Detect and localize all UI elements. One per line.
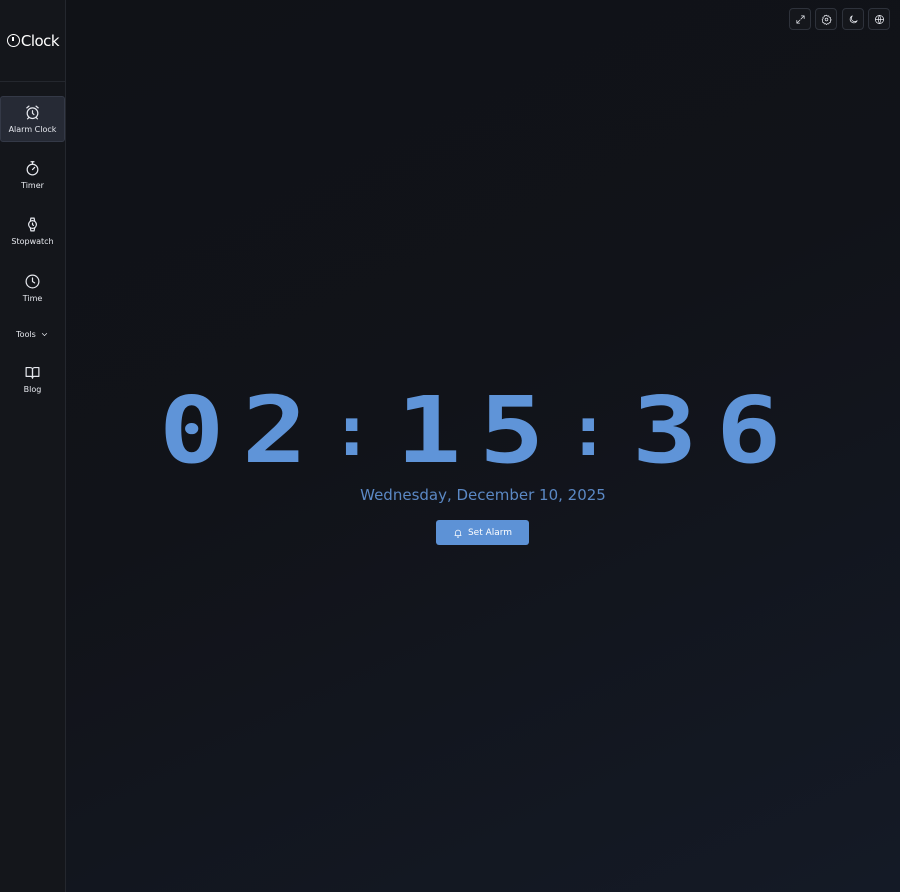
sidebar-item-timer[interactable]: Timer — [0, 152, 65, 198]
time-separator: : — [330, 390, 373, 472]
clock-icon — [25, 274, 40, 289]
settings-icon — [821, 14, 832, 25]
bell-icon — [454, 529, 462, 538]
sidebar-item-label: Timer — [21, 181, 44, 190]
moon-icon — [849, 14, 858, 23]
timer-icon — [26, 161, 39, 176]
sidebar-item-blog[interactable]: Blog — [0, 356, 65, 402]
sidebar-item-label: Blog — [23, 385, 42, 394]
alarm-clock-icon — [26, 105, 39, 120]
fullscreen-icon — [795, 14, 805, 24]
minute-tens-digit: 1 — [395, 377, 462, 484]
tools-label: Tools — [16, 329, 36, 339]
sidebar-item-label: Alarm Clock — [8, 125, 57, 134]
second-ones-digit: 6 — [715, 377, 781, 484]
sidebar-item-time[interactable]: Time — [0, 265, 65, 311]
globe-icon — [874, 14, 884, 24]
stopwatch-icon — [28, 217, 37, 232]
logo[interactable]: Clock — [0, 0, 66, 82]
second-tens-digit: 3 — [632, 377, 698, 484]
sidebar-item-label: Time — [22, 294, 43, 303]
sidebar: Clock Alarm Clock Timer Stopwatch Time T… — [0, 0, 66, 892]
logo-mark: Clock — [6, 31, 60, 50]
language-button[interactable] — [868, 8, 890, 30]
app-window: Clock Alarm Clock Timer Stopwatch Time T… — [0, 0, 900, 892]
chevron-down-icon — [41, 332, 47, 336]
set-alarm-button[interactable]: Set Alarm — [436, 520, 529, 545]
sidebar-item-stopwatch[interactable]: Stopwatch — [0, 208, 65, 254]
book-icon — [25, 366, 40, 379]
current-date: Wednesday, December 10, 2025 — [360, 486, 606, 504]
fullscreen-button[interactable] — [789, 8, 811, 30]
hour-ones-digit: 2 — [242, 377, 308, 484]
logo-clock-icon — [6, 34, 20, 47]
hour-tens-digit: 0 — [159, 377, 225, 484]
settings-button[interactable] — [815, 8, 837, 30]
sidebar-item-label: Stopwatch — [11, 237, 54, 246]
digital-clock: 0 2 : 1 5 : 3 6 — [159, 377, 781, 484]
logo-text: Clock — [20, 31, 60, 50]
main-content: 0 2 : 1 5 : 3 6 Wednesday, December 10, … — [66, 0, 900, 892]
minute-ones-digit: 5 — [478, 377, 545, 484]
time-separator: : — [567, 390, 610, 472]
dark-mode-button[interactable] — [842, 8, 864, 30]
sidebar-item-alarm-clock[interactable]: Alarm Clock — [0, 96, 65, 142]
tools-dropdown[interactable]: Tools — [0, 325, 65, 343]
set-alarm-label: Set Alarm — [467, 527, 513, 538]
